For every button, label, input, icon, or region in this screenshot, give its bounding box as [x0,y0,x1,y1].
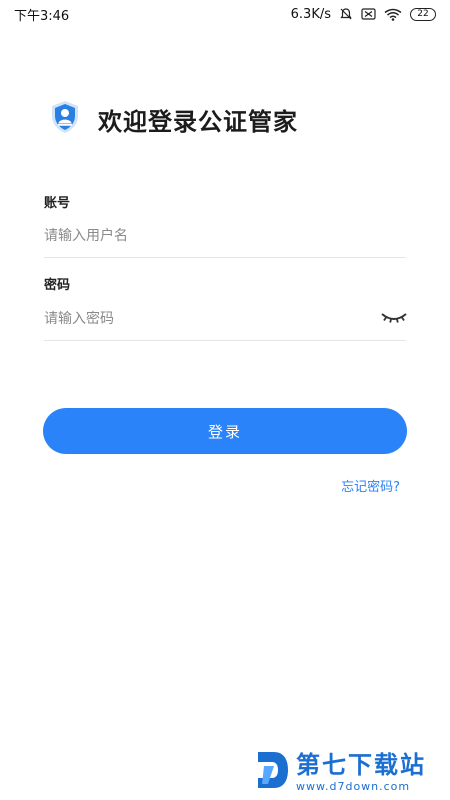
forgot-password-link[interactable]: 忘记密码? [341,476,400,495]
password-label: 密码 [44,278,71,293]
status-time: 下午3:46 [14,8,70,24]
account-input[interactable] [44,220,406,252]
battery-icon: 22 [410,7,436,21]
password-input[interactable] [44,303,374,335]
eye-closed-icon[interactable] [380,308,408,328]
wifi-icon [384,8,402,21]
bell-muted-icon [339,7,353,21]
network-speed: 6.3K/s [290,6,331,22]
watermark-text: 第七下载站 www.d7down.com [296,753,426,792]
d7-logo-icon [254,748,290,796]
login-header: 欢迎登录公证管家 [48,100,298,138]
shield-user-icon [48,100,82,138]
status-icons: 6.3K/s 22 [291,7,436,22]
status-bar: 下午3:46 6.3K/s 22 [0,0,450,28]
login-button[interactable]: 登录 [43,408,407,454]
account-divider [44,257,406,258]
account-label: 账号 [44,196,71,211]
watermark-name: 第七下载站 [296,750,426,779]
watermark: 第七下载站 www.d7down.com [254,748,426,796]
watermark-url: www.d7down.com [296,779,411,793]
page-title: 欢迎登录公证管家 [98,107,298,136]
password-divider [44,340,406,341]
sim-icon [361,8,376,20]
